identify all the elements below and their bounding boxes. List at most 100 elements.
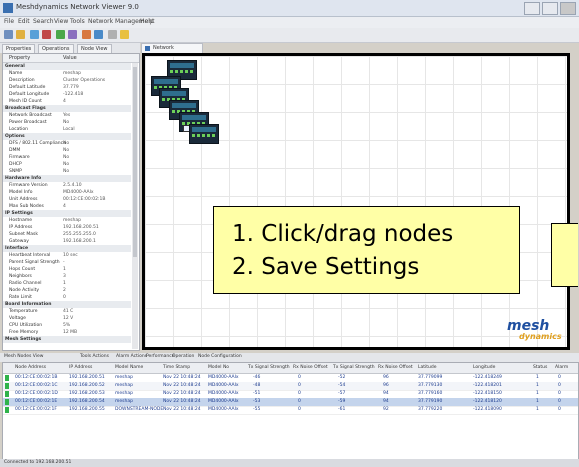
table-cell: 37.779130	[418, 383, 443, 388]
property-row[interactable]: Unit Address 00:12:CE:00:02:1B	[3, 196, 131, 203]
col-node-address[interactable]: Node Address	[15, 365, 46, 370]
delete-icon[interactable]	[42, 30, 51, 39]
menu-edit[interactable]: Edit	[18, 18, 30, 25]
property-row[interactable]: Temperature 41 C	[3, 308, 131, 315]
col-model-name[interactable]: Model Name	[115, 365, 143, 370]
properties-icon[interactable]	[68, 30, 77, 39]
menu-tools[interactable]: Tools	[70, 18, 85, 25]
property-row[interactable]: Firmware No	[3, 154, 131, 161]
col-ip-address[interactable]: IP Address	[69, 365, 92, 370]
property-value: 3	[63, 274, 66, 279]
new-icon[interactable]	[4, 30, 13, 39]
property-row[interactable]: Default Latitude 37.779	[3, 84, 131, 91]
tab-mesh-nodes[interactable]: Mesh Nodes View	[4, 354, 43, 359]
col-status[interactable]: Status	[533, 365, 547, 370]
table-row[interactable]: 00:12:CE:00:02:1F 192.168.200.55 DOWNSTREA…	[3, 406, 578, 415]
property-row[interactable]: Rate Limit 0	[3, 294, 131, 301]
property-row[interactable]: Neighbors 3	[3, 273, 131, 280]
tab-properties[interactable]: Properties	[2, 44, 36, 53]
network-canvas[interactable]	[142, 53, 570, 350]
property-row[interactable]: Hops Count 1	[3, 266, 131, 273]
tab-network[interactable]: Network	[141, 43, 203, 53]
property-row[interactable]: IP Address 192.168.200.51	[3, 224, 131, 231]
tab-performance[interactable]: Performance	[146, 354, 175, 359]
property-row[interactable]: Mesh ID Count 4	[3, 98, 131, 105]
menu-help[interactable]: Help	[140, 18, 154, 25]
table-cell: 192.168.200.55	[69, 407, 105, 412]
col-tx-signal-2[interactable]: Tx Signal Strength	[333, 365, 375, 370]
minimize-button[interactable]	[524, 2, 540, 15]
col-time-stamp[interactable]: Time Stamp	[163, 365, 190, 370]
property-row[interactable]: DMM No	[3, 147, 131, 154]
col-tx-signal[interactable]: Tx Signal Strength	[248, 365, 290, 370]
settings-icon[interactable]	[108, 30, 117, 39]
property-section[interactable]: Options	[3, 133, 131, 140]
help-icon[interactable]	[120, 30, 129, 39]
property-row[interactable]: Heartbeat Interval 10 sec	[3, 252, 131, 259]
tab-node-configuration[interactable]: Node Configuration	[198, 354, 242, 359]
tab-alarm-actions[interactable]: Alarm Actions	[116, 354, 147, 359]
col-rx-noise-2[interactable]: Rx Noise Offset	[378, 365, 413, 370]
property-row[interactable]: Location Local	[3, 126, 131, 133]
property-value: 1	[63, 267, 66, 272]
col-rx-noise[interactable]: Rx Noise Offset	[293, 365, 328, 370]
open-icon[interactable]	[16, 30, 25, 39]
property-section[interactable]: General	[3, 63, 131, 70]
table-cell: 192.168.200.52	[69, 383, 105, 388]
col-latitude[interactable]: Latitude	[418, 365, 437, 370]
property-row[interactable]: Model Info MD4000-AAIx	[3, 189, 131, 196]
property-section[interactable]: Interface	[3, 245, 131, 252]
maximize-button[interactable]	[542, 2, 558, 15]
col-model-no[interactable]: Model No	[208, 365, 229, 370]
property-row[interactable]: CPU Utilization 5%	[3, 322, 131, 329]
close-button[interactable]	[560, 2, 576, 15]
property-row[interactable]: Power Broadcast No	[3, 119, 131, 126]
properties-scrollbar[interactable]	[132, 63, 138, 349]
scrollbar-thumb[interactable]	[133, 67, 137, 257]
property-section[interactable]: Mesh Settings	[3, 336, 131, 343]
property-row[interactable]: DHCP No	[3, 161, 131, 168]
property-row[interactable]: Radio Channel 1	[3, 280, 131, 287]
property-row[interactable]: Firmware Version 2.5.4.10	[3, 182, 131, 189]
property-section[interactable]: Hardware Info	[3, 175, 131, 182]
property-row[interactable]: Hostname meshap	[3, 217, 131, 224]
tab-tools-actions[interactable]: Tools Actions	[80, 354, 109, 359]
tab-operations[interactable]: Operations	[38, 44, 74, 53]
col-alarm[interactable]: Alarm	[555, 365, 568, 370]
table-cell: -122.418201	[473, 383, 502, 388]
property-key: IP Settings	[5, 211, 33, 216]
property-row[interactable]: Node Activity 2	[3, 287, 131, 294]
config-icon[interactable]	[82, 30, 91, 39]
tab-operation[interactable]: Operation	[172, 354, 194, 359]
property-row[interactable]: Subnet Mask 255.255.255.0	[3, 231, 131, 238]
mesh-node[interactable]	[189, 124, 219, 144]
table-cell: -46	[253, 375, 261, 380]
network-icon[interactable]	[94, 30, 103, 39]
property-row[interactable]: Max Sub Nodes 4	[3, 203, 131, 210]
property-section[interactable]: IP Settings	[3, 210, 131, 217]
property-row[interactable]: Default Longitude -122.418	[3, 91, 131, 98]
property-row[interactable]: DFS / 802.11 Compliance No	[3, 140, 131, 147]
property-row[interactable]: SNMP No	[3, 168, 131, 175]
property-row[interactable]: Network Broadcast Yes	[3, 112, 131, 119]
property-row[interactable]: Gateway 192.168.200.1	[3, 238, 131, 245]
property-key: Options	[5, 134, 25, 139]
refresh-icon[interactable]	[56, 30, 65, 39]
property-row[interactable]: Voltage 12 V	[3, 315, 131, 322]
table-cell: Nov 22 10:48:24	[163, 407, 201, 412]
tab-node-view[interactable]: Node View	[77, 44, 112, 53]
menu-search[interactable]: Search	[33, 18, 54, 25]
property-row[interactable]: Parent Signal Strength -	[3, 259, 131, 266]
menu-view[interactable]: View	[54, 18, 68, 25]
menu-file[interactable]: File	[4, 18, 14, 25]
property-row[interactable]: Description Cluster Operations	[3, 77, 131, 84]
save-icon[interactable]	[30, 30, 39, 39]
table-cell: 1	[536, 375, 539, 380]
col-longitude[interactable]: Longitude	[473, 365, 495, 370]
property-value: No	[63, 162, 70, 167]
property-section[interactable]: Board Information	[3, 301, 131, 308]
table-cell: 0	[298, 407, 301, 412]
property-section[interactable]: Broadcast Flags	[3, 105, 131, 112]
property-row[interactable]: Name meshap	[3, 70, 131, 77]
property-row[interactable]: Free Memory 12 MB	[3, 329, 131, 336]
